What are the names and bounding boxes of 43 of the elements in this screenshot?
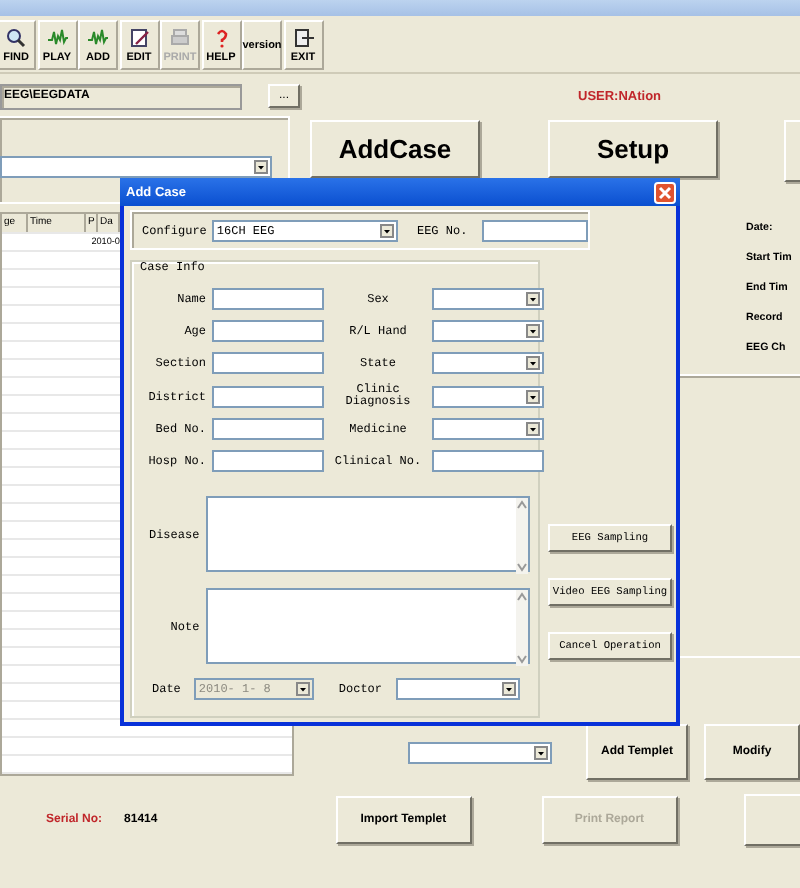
- dropdown-arrow-icon: [380, 223, 395, 237]
- doctor-dropdown[interactable]: [396, 678, 521, 700]
- text-field[interactable]: [212, 352, 324, 374]
- exit-icon: [293, 27, 313, 47]
- text-field[interactable]: [432, 450, 544, 472]
- printer-icon: [170, 27, 190, 47]
- main-button[interactable]: AddCase: [310, 120, 480, 178]
- text-field[interactable]: [212, 418, 324, 440]
- dropdown-field[interactable]: [432, 385, 544, 407]
- wave-icon: [47, 27, 67, 47]
- template-dropdown[interactable]: [408, 741, 552, 763]
- question-icon: [211, 27, 231, 47]
- partial-button[interactable]: [784, 120, 800, 182]
- dropdown-field[interactable]: [432, 352, 544, 374]
- close-icon: [658, 185, 672, 199]
- partial-button[interactable]: [743, 794, 800, 846]
- dropdown-arrow-icon: [502, 682, 517, 696]
- dropdown-arrow-icon: [526, 356, 540, 370]
- text-field[interactable]: [212, 450, 324, 472]
- scrollbar-icon: [516, 498, 528, 574]
- edit-icon: [129, 27, 149, 47]
- dropdown-arrow-icon: [526, 292, 540, 306]
- text-area[interactable]: [205, 588, 530, 664]
- wave-icon: [88, 27, 108, 47]
- text-field[interactable]: [212, 385, 324, 407]
- search-icon: [6, 27, 26, 47]
- dropdown-arrow-icon: [526, 422, 540, 436]
- scrollbar-icon: [516, 590, 528, 666]
- text-field[interactable]: [212, 320, 324, 342]
- main-button[interactable]: Setup: [548, 120, 718, 178]
- case-dropdown[interactable]: [0, 156, 272, 178]
- text-area[interactable]: [205, 496, 530, 572]
- text-field[interactable]: [212, 288, 324, 310]
- eeg-number-field[interactable]: [481, 219, 588, 241]
- dropdown-field[interactable]: [432, 288, 544, 310]
- dropdown-arrow-icon: [526, 324, 540, 338]
- dropdown-arrow-icon: [534, 745, 548, 759]
- dropdown-arrow-icon: [296, 682, 311, 696]
- dropdown-field[interactable]: [432, 320, 544, 342]
- dropdown-arrow-icon: [526, 389, 540, 403]
- close-button[interactable]: [654, 181, 676, 203]
- dropdown-field[interactable]: [432, 418, 544, 440]
- dropdown-arrow-icon: [254, 160, 268, 174]
